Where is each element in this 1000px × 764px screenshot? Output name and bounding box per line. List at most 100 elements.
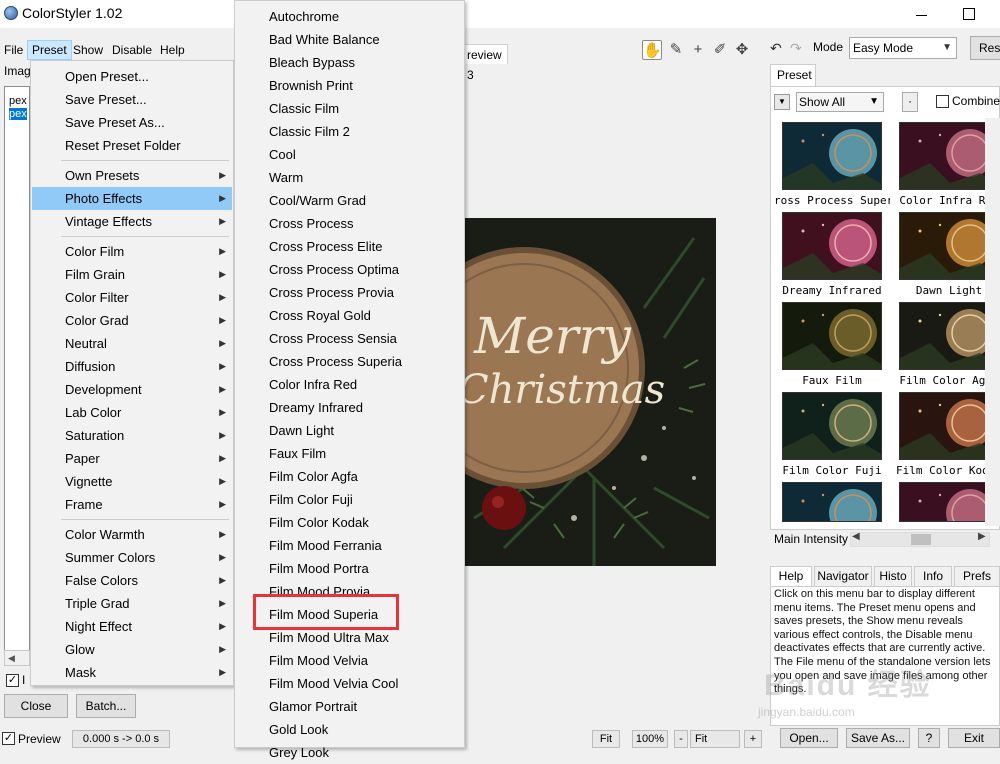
crosshair-tool-icon[interactable]: + — [688, 40, 708, 60]
zoom-level[interactable]: 100% — [632, 730, 668, 748]
preview-checkbox[interactable]: ✓ — [2, 732, 15, 745]
photo-effect-item[interactable]: Cross Process Elite — [235, 235, 464, 258]
preset-thumbnail[interactable] — [782, 302, 882, 370]
tab-prefs[interactable]: Prefs — [954, 566, 1000, 586]
redo-icon[interactable]: ↷ — [790, 40, 802, 57]
close-button[interactable]: Close — [4, 694, 68, 718]
photo-effect-item[interactable]: Film Mood Ferrania — [235, 534, 464, 557]
undo-icon[interactable]: ↶ — [770, 40, 782, 57]
preset-menu-item[interactable]: Diffusion ▶ — [32, 355, 232, 378]
combine-checkbox[interactable] — [936, 95, 949, 108]
fit-select[interactable]: Fit — [690, 730, 740, 748]
show-all-select[interactable]: Show All ▼ — [796, 92, 884, 112]
brush-tool-icon[interactable]: ✐ — [710, 40, 730, 60]
preset-menu-item[interactable]: Save Preset As... — [32, 111, 232, 134]
zoom-in-button[interactable]: + — [744, 730, 762, 748]
photo-effect-item[interactable]: Classic Film — [235, 97, 464, 120]
preset-menu-item[interactable]: Paper ▶ — [32, 447, 232, 470]
photo-effect-item[interactable]: Bleach Bypass — [235, 51, 464, 74]
tab-preview-3[interactable]: review 3 — [464, 44, 508, 82]
preset-thumbnail[interactable] — [782, 212, 882, 280]
preset-menu-item[interactable]: Open Preset... — [32, 65, 232, 88]
photo-effect-item[interactable]: Color Infra Red — [235, 373, 464, 396]
intensity-slider-thumb[interactable] — [911, 534, 931, 545]
preset-menu-item[interactable]: Save Preset... — [32, 88, 232, 111]
preset-thumbnail[interactable] — [899, 302, 999, 370]
preset-menu-item[interactable]: Color Filter ▶ — [32, 286, 232, 309]
photo-effect-item[interactable]: Glamor Portrait — [235, 695, 464, 718]
photo-effect-item[interactable]: Grey Look — [235, 741, 464, 764]
photo-effect-item[interactable]: Cross Process Superia — [235, 350, 464, 373]
preset-menu-item[interactable]: Vintage Effects ▶ — [32, 210, 232, 233]
preset-menu-item[interactable]: Mask ▶ — [32, 661, 232, 684]
help-button[interactable]: ? — [918, 728, 940, 748]
minimize-button[interactable] — [912, 6, 932, 22]
image-list-item[interactable]: pex — [9, 95, 27, 107]
photo-effect-item[interactable]: Film Color Agfa — [235, 465, 464, 488]
preset-menu-item[interactable]: Summer Colors ▶ — [32, 546, 232, 569]
preset-menu-item[interactable]: Triple Grad ▶ — [32, 592, 232, 615]
preset-menu-item[interactable]: Night Effect ▶ — [32, 615, 232, 638]
save-as-button[interactable]: Save As... — [846, 728, 910, 748]
eyedropper-tool-icon[interactable]: ✎ — [666, 40, 686, 60]
photo-effect-item[interactable]: Autochrome — [235, 5, 464, 28]
batch-button[interactable]: Batch... — [76, 694, 136, 718]
preset-thumbnail[interactable] — [782, 392, 882, 460]
preset-menu-item[interactable]: Color Warmth ▶ — [32, 523, 232, 546]
tab-help[interactable]: Help — [770, 566, 812, 586]
photo-effect-item[interactable]: Cross Process Sensia — [235, 327, 464, 350]
preset-menu-item[interactable]: Reset Preset Folder — [32, 134, 232, 157]
preset-menu-item[interactable]: Development ▶ — [32, 378, 232, 401]
tab-navigator[interactable]: Navigator — [814, 566, 872, 586]
menu-disable[interactable]: Disable — [108, 40, 156, 60]
list-scroll-left[interactable]: ◀ — [4, 650, 30, 666]
tab-info[interactable]: Info — [914, 566, 952, 586]
menu-help[interactable]: Help — [156, 40, 189, 60]
preset-menu-item[interactable]: Vignette ▶ — [32, 470, 232, 493]
preset-menu-icon[interactable]: ▼ — [774, 94, 790, 110]
image-list[interactable]: pex pex — [4, 86, 30, 664]
photo-effect-item[interactable]: Cool/Warm Grad — [235, 189, 464, 212]
fit-button[interactable]: Fit — [592, 730, 620, 748]
zoom-out-button[interactable]: - — [674, 730, 688, 748]
photo-effect-item[interactable]: Film Color Kodak — [235, 511, 464, 534]
preset-thumbnail[interactable] — [899, 482, 999, 522]
menu-preset[interactable]: Preset — [27, 40, 72, 60]
photo-effect-item[interactable]: Film Mood Velvia — [235, 649, 464, 672]
preset-menu-item[interactable]: Photo Effects ▶ — [32, 187, 232, 210]
chevron-left-icon[interactable]: ◀ — [852, 531, 860, 542]
preset-menu-item[interactable]: False Colors ▶ — [32, 569, 232, 592]
preset-menu-item[interactable]: Color Grad ▶ — [32, 309, 232, 332]
photo-effect-item[interactable]: Cross Process Optima — [235, 258, 464, 281]
image-list-item-selected[interactable]: pex — [9, 108, 27, 120]
preset-menu-item[interactable]: Film Grain ▶ — [32, 263, 232, 286]
preset-menu-item[interactable]: Saturation ▶ — [32, 424, 232, 447]
photo-effect-item[interactable]: Film Mood Velvia Cool — [235, 672, 464, 695]
photo-effect-item[interactable]: Cool — [235, 143, 464, 166]
image-checkbox[interactable]: ✓ — [6, 674, 19, 687]
menu-file[interactable]: File — [0, 40, 27, 60]
photo-effect-item[interactable]: Film Color Fuji — [235, 488, 464, 511]
exit-button[interactable]: Exit — [948, 728, 1000, 748]
tab-preset[interactable]: Preset — [770, 64, 816, 86]
photo-effect-item[interactable]: Dawn Light — [235, 419, 464, 442]
preset-thumbnail[interactable] — [899, 122, 999, 190]
reset-button[interactable]: Res — [970, 36, 1000, 60]
images-tab[interactable]: Imag — [4, 64, 31, 78]
photo-effect-item[interactable]: Cross Process — [235, 212, 464, 235]
photo-effect-item[interactable]: Gold Look — [235, 718, 464, 741]
photo-effect-item[interactable]: Warm — [235, 166, 464, 189]
preset-menu-item[interactable]: Glow ▶ — [32, 638, 232, 661]
preset-menu-item[interactable]: Own Presets ▶ — [32, 164, 232, 187]
preset-thumbnail[interactable] — [899, 212, 999, 280]
open-button[interactable]: Open... — [780, 728, 838, 748]
photo-effect-item[interactable]: Cross Royal Gold — [235, 304, 464, 327]
photo-effect-item[interactable]: Brownish Print — [235, 74, 464, 97]
preset-menu-item[interactable]: Lab Color ▶ — [32, 401, 232, 424]
maximize-button[interactable] — [958, 6, 978, 22]
mode-select[interactable]: Easy Mode ▼ — [849, 37, 957, 59]
photo-effect-item[interactable]: Bad White Balance — [235, 28, 464, 51]
intensity-slider[interactable] — [850, 532, 990, 547]
preset-thumbnail[interactable] — [899, 392, 999, 460]
photo-effect-item[interactable]: Faux Film — [235, 442, 464, 465]
